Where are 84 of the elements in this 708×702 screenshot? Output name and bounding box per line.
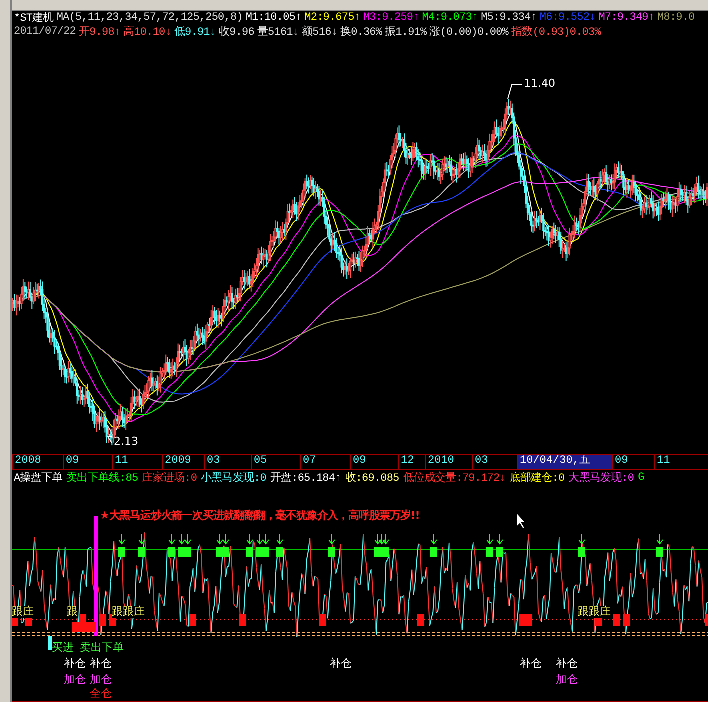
signal-block: [623, 614, 630, 626]
buy-signal-marker: [656, 533, 664, 558]
indicator-value: 小黑马发现:0: [201, 471, 266, 486]
ma-params: MA(5,11,23,34,57,72,125,250,8): [56, 12, 243, 24]
signal-label: 加仓: [64, 674, 86, 686]
signal-label: 全仓: [90, 688, 112, 700]
ma-value: M6:9.552↓: [540, 12, 596, 24]
date-tick: 2008: [12, 454, 63, 469]
ma-value: M5:9.334↑: [481, 12, 537, 24]
signal-label: 补仓: [64, 658, 86, 670]
buy-signal-marker: [246, 533, 254, 558]
indicator-value: 收:69.085: [345, 471, 400, 486]
quote-value: 收9.96: [219, 25, 254, 40]
stock-name: *ST建机: [14, 11, 54, 26]
signal-block: [705, 614, 708, 626]
quote-value: 指数(0.93)0.03%: [512, 25, 601, 40]
signal-block: [417, 614, 424, 626]
indicator-value: 开盘:65.184↑: [270, 471, 342, 486]
signal-label: 补仓: [90, 658, 112, 670]
date-tick: 07: [300, 454, 350, 469]
indicator-value: 低位成交量:79.172↓: [403, 470, 506, 486]
signal-block: [189, 614, 196, 626]
buy-signal-marker: [578, 533, 586, 558]
indicator-value: 底部建仓:0: [510, 470, 565, 486]
date-tick: 11: [654, 454, 708, 469]
buy-signal-marker: [486, 533, 494, 558]
quote-value: 换0.36%: [340, 25, 382, 40]
signal-label: 卖出下单: [80, 642, 124, 654]
cursor-icon: [516, 512, 528, 530]
leader-line: [508, 84, 522, 100]
price-label: 2.13: [114, 434, 138, 448]
buy-signal-marker: [430, 533, 438, 558]
indicator-value: G: [638, 472, 644, 484]
signal-label: 补仓: [520, 658, 542, 670]
ma-value: M2:9.675↑: [304, 12, 360, 24]
signal-label: 买进: [52, 642, 74, 654]
ma-value: M7:9.349↑: [598, 12, 655, 24]
signal-label: 补仓: [556, 658, 578, 670]
buy-signal-marker: [118, 533, 126, 558]
signal-label: 跟跟庄: [112, 606, 145, 618]
ma-value: M3:9.259↑: [363, 12, 420, 24]
signal-label: 跟: [67, 606, 78, 618]
quote-value: 开9.98↑: [79, 26, 121, 40]
indicator-value: 大黑马发现:0: [568, 471, 634, 486]
signal-label: 补仓: [330, 658, 352, 670]
signal-block: [48, 636, 52, 650]
quote-value: 低9.91↓: [174, 26, 216, 40]
price-label: 11.40: [524, 76, 556, 90]
signal-label: 跟庄: [12, 606, 34, 618]
date-tick: 09: [612, 454, 654, 469]
quote-value: 振1.91%: [385, 25, 427, 40]
quote-value: 额516↓: [302, 24, 338, 40]
buy-signal-marker: [496, 533, 504, 558]
quote-value: 量5161↓: [257, 25, 300, 40]
date-tick: 12: [398, 454, 425, 469]
indicator-value: 卖出下单线:85: [66, 471, 138, 486]
buy-signal-marker: [276, 533, 284, 558]
signal-block: [319, 614, 326, 626]
buy-signal-marker: [138, 533, 146, 558]
ma-value: M4:9.073↑: [422, 12, 478, 24]
ma-value: M8:9.0: [658, 12, 695, 24]
leader-line: [107, 436, 112, 444]
quote-value: 涨(0.00)0.00%: [430, 25, 508, 40]
date-tick: 2009: [162, 454, 204, 469]
date-tick: 03: [204, 454, 251, 469]
quote-value: 高10.10↓: [124, 24, 172, 40]
buy-signal-marker: [328, 533, 336, 558]
buy-signal-marker: [168, 533, 176, 558]
signal-block: [99, 614, 106, 626]
signal-label: 跟跟庄: [578, 606, 611, 618]
indicator-value: 庄家进场:0: [142, 470, 198, 486]
date-tick: 11: [112, 454, 162, 469]
date-tick: 09: [63, 454, 112, 469]
signal-label: 加仓: [556, 674, 578, 686]
ma-value: M1:10.05↑: [246, 12, 302, 24]
signal-block: [239, 614, 246, 626]
signal-message: ★大黑马运炒火箭一次买进就翻翻翻，毫不犹豫介入，高呼股票万岁!!: [100, 508, 420, 523]
quote-value: 2011/07/22: [14, 26, 76, 38]
date-tick: 09: [350, 454, 398, 469]
date-tick: 05: [251, 454, 300, 469]
signal-block: [613, 614, 620, 626]
indicator-value: A操盘下单: [14, 471, 63, 486]
signal-label: 加仓: [90, 674, 112, 686]
date-tick: 2010: [425, 454, 472, 469]
